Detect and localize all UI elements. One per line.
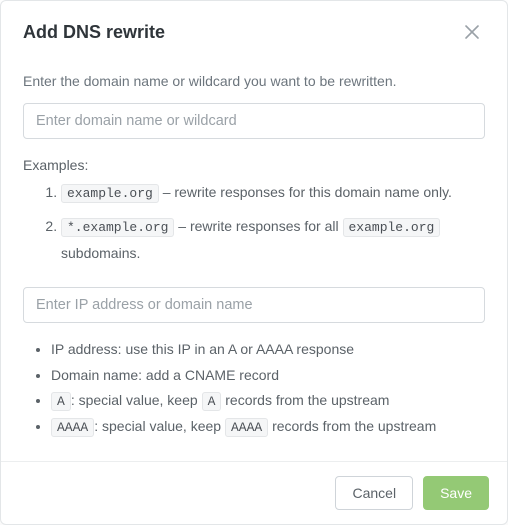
note-text: Domain name: add a CNAME record — [51, 367, 279, 383]
list-item: *.example.org – rewrite responses for al… — [61, 213, 485, 267]
note-text: records from the upstream — [268, 418, 436, 434]
cancel-button[interactable]: Cancel — [335, 476, 413, 510]
examples-label: Examples: — [23, 157, 485, 173]
examples-list: example.org – rewrite responses for this… — [23, 179, 485, 267]
note-text: IP address: use this IP in an A or AAAA … — [51, 341, 354, 357]
note-text: : special value, keep — [94, 418, 225, 434]
note-code: AAAA — [51, 418, 94, 437]
example-code: example.org — [343, 218, 441, 237]
note-code: A — [202, 392, 222, 411]
dialog-header: Add DNS rewrite — [1, 1, 507, 51]
example-code: *.example.org — [61, 218, 174, 237]
close-button[interactable] — [459, 19, 485, 45]
list-item: example.org – rewrite responses for this… — [61, 179, 485, 207]
example-text: – rewrite responses for this domain name… — [159, 184, 452, 200]
instruction-text: Enter the domain name or wildcard you wa… — [23, 73, 485, 89]
close-icon — [463, 29, 481, 44]
note-code: AAAA — [225, 418, 268, 437]
list-item: AAAA: special value, keep AAAA records f… — [51, 416, 485, 438]
list-item: A: special value, keep A records from th… — [51, 390, 485, 412]
note-text: records from the upstream — [221, 392, 389, 408]
example-text: subdomains. — [61, 245, 140, 261]
save-button[interactable]: Save — [423, 476, 489, 510]
example-text: – rewrite responses for all — [174, 218, 342, 234]
notes-list: IP address: use this IP in an A or AAAA … — [23, 339, 485, 439]
target-input[interactable] — [23, 287, 485, 323]
add-dns-rewrite-dialog: Add DNS rewrite Enter the domain name or… — [0, 0, 508, 525]
list-item: Domain name: add a CNAME record — [51, 365, 485, 387]
example-code: example.org — [61, 184, 159, 203]
dialog-title: Add DNS rewrite — [23, 22, 165, 43]
note-text: : special value, keep — [71, 392, 202, 408]
note-code: A — [51, 392, 71, 411]
dialog-body: Enter the domain name or wildcard you wa… — [1, 51, 507, 461]
dialog-footer: Cancel Save — [1, 461, 507, 524]
list-item: IP address: use this IP in an A or AAAA … — [51, 339, 485, 361]
domain-input[interactable] — [23, 103, 485, 139]
